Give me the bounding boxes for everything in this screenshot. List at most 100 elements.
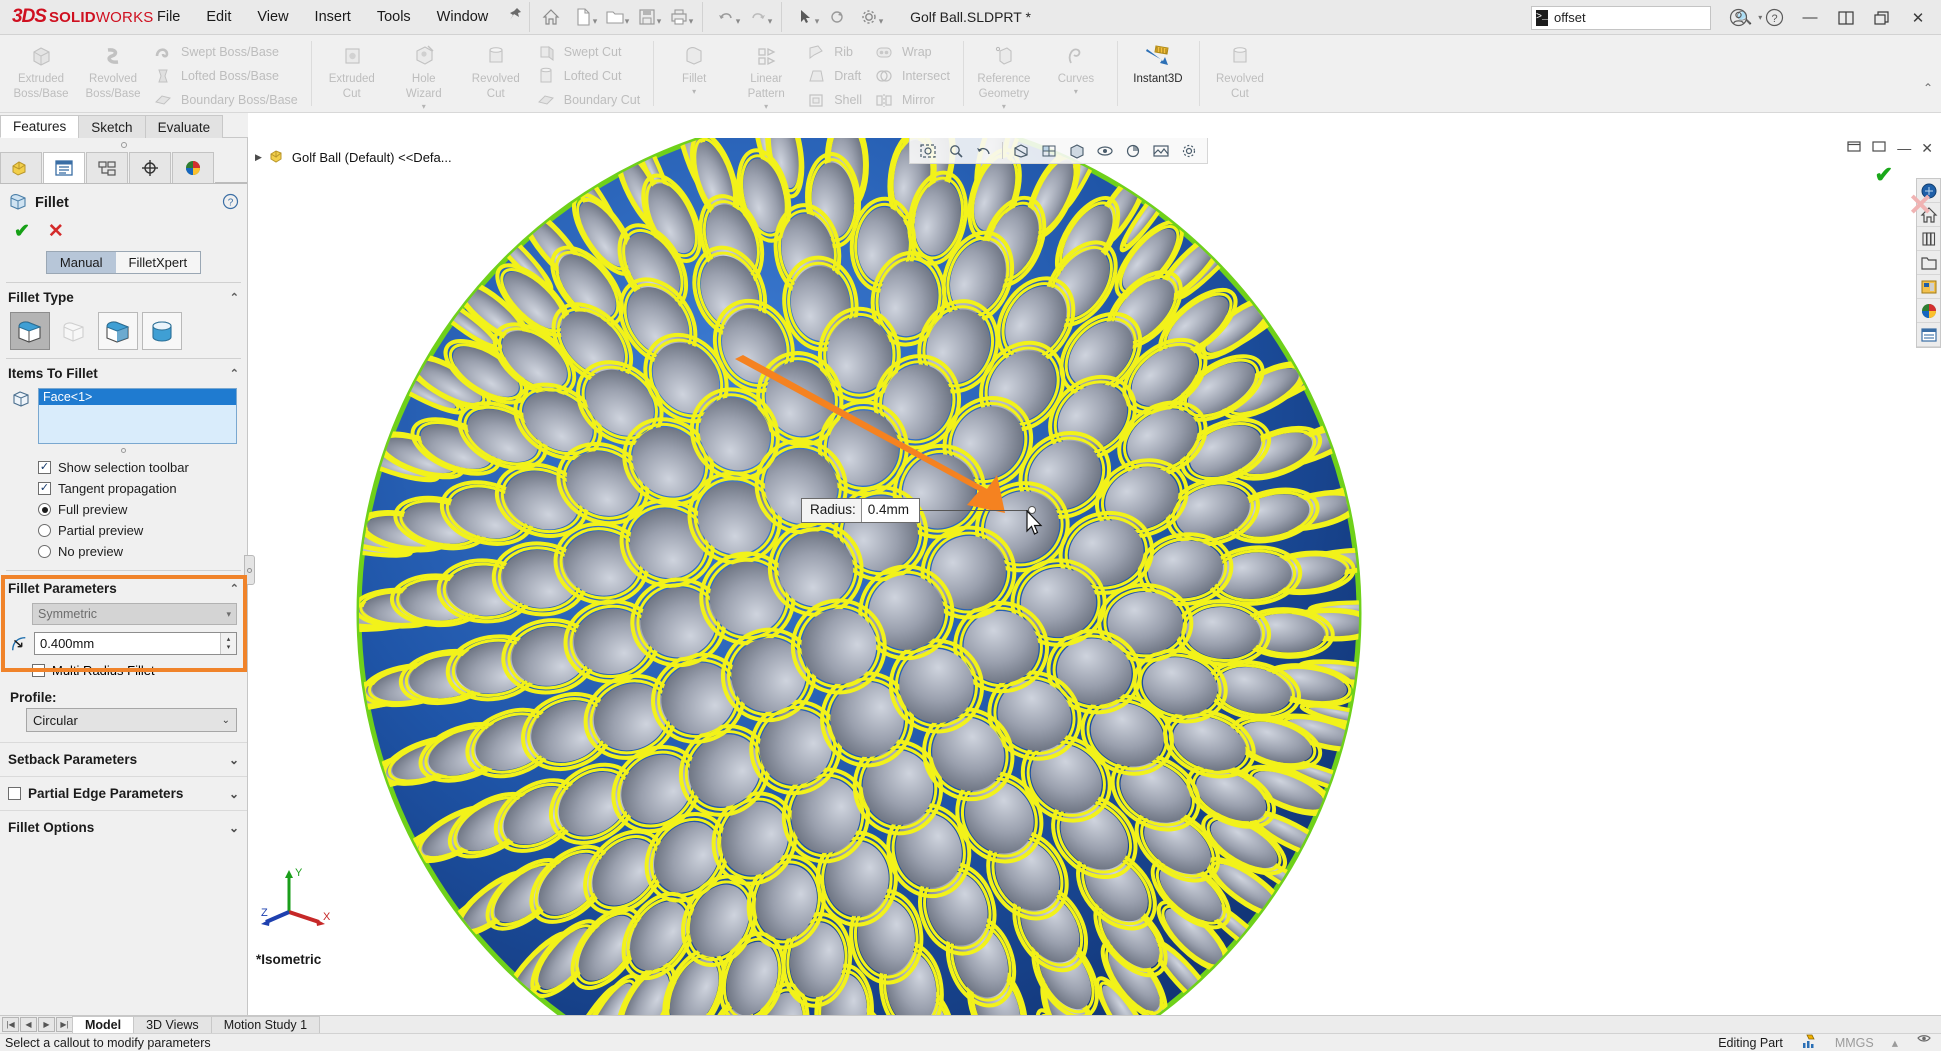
manual-mode-tab[interactable]: Manual <box>47 252 116 273</box>
close-icon[interactable]: ✕ <box>1901 3 1935 33</box>
instant3d-button[interactable]: Instant3D <box>1122 38 1194 89</box>
fillet-parameters-header[interactable]: Fillet Parameters ⌃ <box>0 571 247 601</box>
units-label[interactable]: MMGS <box>1835 1036 1874 1050</box>
feature-tree-flyout[interactable]: ▶ Golf Ball (Default) <<Defa... <box>249 138 457 176</box>
setback-parameters-section[interactable]: Setback Parameters ⌄ <box>0 742 247 776</box>
tile-icon[interactable] <box>1829 3 1863 33</box>
partial-preview-radio[interactable] <box>38 524 51 537</box>
ok-check-icon[interactable]: ✔ <box>14 220 30 243</box>
boundary-boss-base-button[interactable]: Boundary Boss/Base <box>149 88 306 112</box>
menu-edit[interactable]: Edit <box>193 5 244 29</box>
full-round-fillet-option[interactable] <box>142 312 182 350</box>
options-icon[interactable]: ▾ <box>854 3 884 31</box>
view-settings-icon[interactable] <box>1176 140 1202 162</box>
last-icon[interactable]: ▶| <box>56 1017 73 1032</box>
variable-size-fillet-option[interactable] <box>54 312 94 350</box>
shell-button[interactable]: Shell <box>802 88 870 112</box>
rebuild-icon[interactable] <box>822 3 852 31</box>
items-to-fillet-header[interactable]: Items To Fillet ⌃ <box>0 359 247 386</box>
tangent-propagation-checkbox[interactable]: ✓ <box>38 482 51 495</box>
expand-arrow-icon[interactable]: ▶ <box>255 152 262 163</box>
feature-manager-tree-tab[interactable] <box>0 152 42 183</box>
intersect-button[interactable]: Intersect <box>870 64 958 88</box>
rebuild-warning-icon[interactable] <box>1801 1034 1817 1051</box>
swept-boss-base-button[interactable]: Swept Boss/Base <box>149 40 306 64</box>
search-icon[interactable] <box>1917 275 1940 299</box>
zoom-to-area-icon[interactable] <box>943 140 969 162</box>
restore-down-icon[interactable] <box>1847 140 1862 157</box>
hide-show-icon[interactable] <box>1092 140 1118 162</box>
confirmation-corner-cancel[interactable]: ✕ <box>1908 188 1933 223</box>
search-input[interactable] <box>1554 10 1730 25</box>
constant-size-fillet-option[interactable] <box>10 312 50 350</box>
redo-icon[interactable]: ▾ <box>743 3 773 31</box>
zoom-to-fit-icon[interactable] <box>915 140 941 162</box>
configuration-manager-tab[interactable] <box>86 152 128 183</box>
multi-radius-fillet-checkbox[interactable] <box>32 664 45 677</box>
radius-callout[interactable]: Radius: 0.4mm <box>801 498 920 523</box>
select-icon[interactable]: ▾ <box>790 3 820 31</box>
fillet-radius-input[interactable]: 0.400mm ▴▾ <box>34 632 237 655</box>
menu-view[interactable]: View <box>244 5 301 29</box>
chevron-down-icon[interactable]: ▾ <box>1002 102 1006 111</box>
linear-pattern-button[interactable]: Linear Pattern ▾ <box>730 38 802 115</box>
view-orientation-icon[interactable] <box>1036 140 1062 162</box>
minimize-icon[interactable]: — <box>1897 140 1911 157</box>
full-preview-row[interactable]: Full preview <box>0 499 247 520</box>
restore-icon[interactable] <box>1865 3 1899 33</box>
tangent-propagation-row[interactable]: ✓ Tangent propagation <box>0 478 247 499</box>
new-doc-icon[interactable]: ▾ <box>568 3 598 31</box>
previous-view-icon[interactable] <box>971 140 997 162</box>
revolved-boss-base-button[interactable]: Revolved Boss/Base <box>77 38 149 104</box>
face-fillet-option[interactable] <box>98 312 138 350</box>
design-library-icon[interactable] <box>1917 227 1940 251</box>
wrap-button[interactable]: Wrap <box>870 40 958 64</box>
fillet-type-header[interactable]: Fillet Type ⌃ <box>0 283 247 310</box>
chevron-up-icon[interactable]: ⌃ <box>230 367 239 380</box>
tab-features[interactable]: Features <box>0 115 79 138</box>
panel-collapse-handle[interactable] <box>244 555 255 585</box>
reference-geometry-button[interactable]: Reference Geometry ▾ <box>968 38 1040 115</box>
view-palette-color-icon[interactable] <box>1917 299 1940 323</box>
chevron-down-icon[interactable]: ▾ <box>692 87 696 96</box>
revolved-cut-button[interactable]: Revolved Cut <box>460 38 532 104</box>
no-preview-radio[interactable] <box>38 545 51 558</box>
revolved-cut-button-2[interactable]: Revolved Cut <box>1204 38 1276 104</box>
extruded-boss-base-button[interactable]: Extruded Boss/Base <box>5 38 77 104</box>
display-style-icon[interactable] <box>1064 140 1090 162</box>
chevron-up-icon[interactable]: ⌃ <box>230 582 239 595</box>
chevron-down-icon[interactable]: ⌄ <box>229 787 239 801</box>
edit-appearance-icon[interactable] <box>1120 140 1146 162</box>
bottom-tab-motion-study[interactable]: Motion Study 1 <box>211 1016 320 1033</box>
curves-button[interactable]: Curves ▾ <box>1040 38 1112 99</box>
open-icon[interactable]: ▾ <box>600 3 630 31</box>
partial-edge-parameters-section[interactable]: Partial Edge Parameters ⌄ <box>0 776 247 810</box>
help-icon[interactable]: ? <box>1757 3 1791 33</box>
previous-icon[interactable]: ◀ <box>20 1017 37 1032</box>
panel-resize-grip[interactable] <box>0 138 247 152</box>
account-icon[interactable] <box>1721 3 1755 33</box>
selection-filter-icon[interactable] <box>1916 1034 1933 1051</box>
show-selection-toolbar-checkbox[interactable]: ✓ <box>38 461 51 474</box>
graphics-area[interactable]: Y X Z *Isometric Radius: 0.4mm <box>249 138 1941 1015</box>
full-preview-radio[interactable] <box>38 503 51 516</box>
extruded-cut-button[interactable]: Extruded Cut <box>316 38 388 104</box>
display-manager-tab[interactable] <box>172 152 214 183</box>
selection-list-box[interactable]: Face<1> <box>38 388 237 444</box>
help-icon[interactable]: ? <box>222 193 239 213</box>
draft-button[interactable]: Draft <box>802 64 870 88</box>
collapse-ribbon-icon[interactable]: ⌃ <box>1923 81 1933 95</box>
chevron-down-icon[interactable]: ▾ <box>764 102 768 111</box>
lofted-cut-button[interactable]: Lofted Cut <box>532 64 648 88</box>
boundary-cut-button[interactable]: Boundary Cut <box>532 88 648 112</box>
filletxpert-mode-tab[interactable]: FilletXpert <box>116 252 201 273</box>
no-preview-row[interactable]: No preview <box>0 541 247 562</box>
dimxpert-manager-tab[interactable] <box>129 152 171 183</box>
property-manager-tab[interactable] <box>43 152 85 183</box>
caret-up-icon[interactable]: ▴ <box>1892 1035 1898 1050</box>
menu-insert[interactable]: Insert <box>302 5 364 29</box>
mirror-button[interactable]: Mirror <box>870 88 958 112</box>
lofted-boss-base-button[interactable]: Lofted Boss/Base <box>149 64 306 88</box>
first-icon[interactable]: |◀ <box>2 1017 19 1032</box>
file-explorer-icon[interactable] <box>1917 251 1940 275</box>
